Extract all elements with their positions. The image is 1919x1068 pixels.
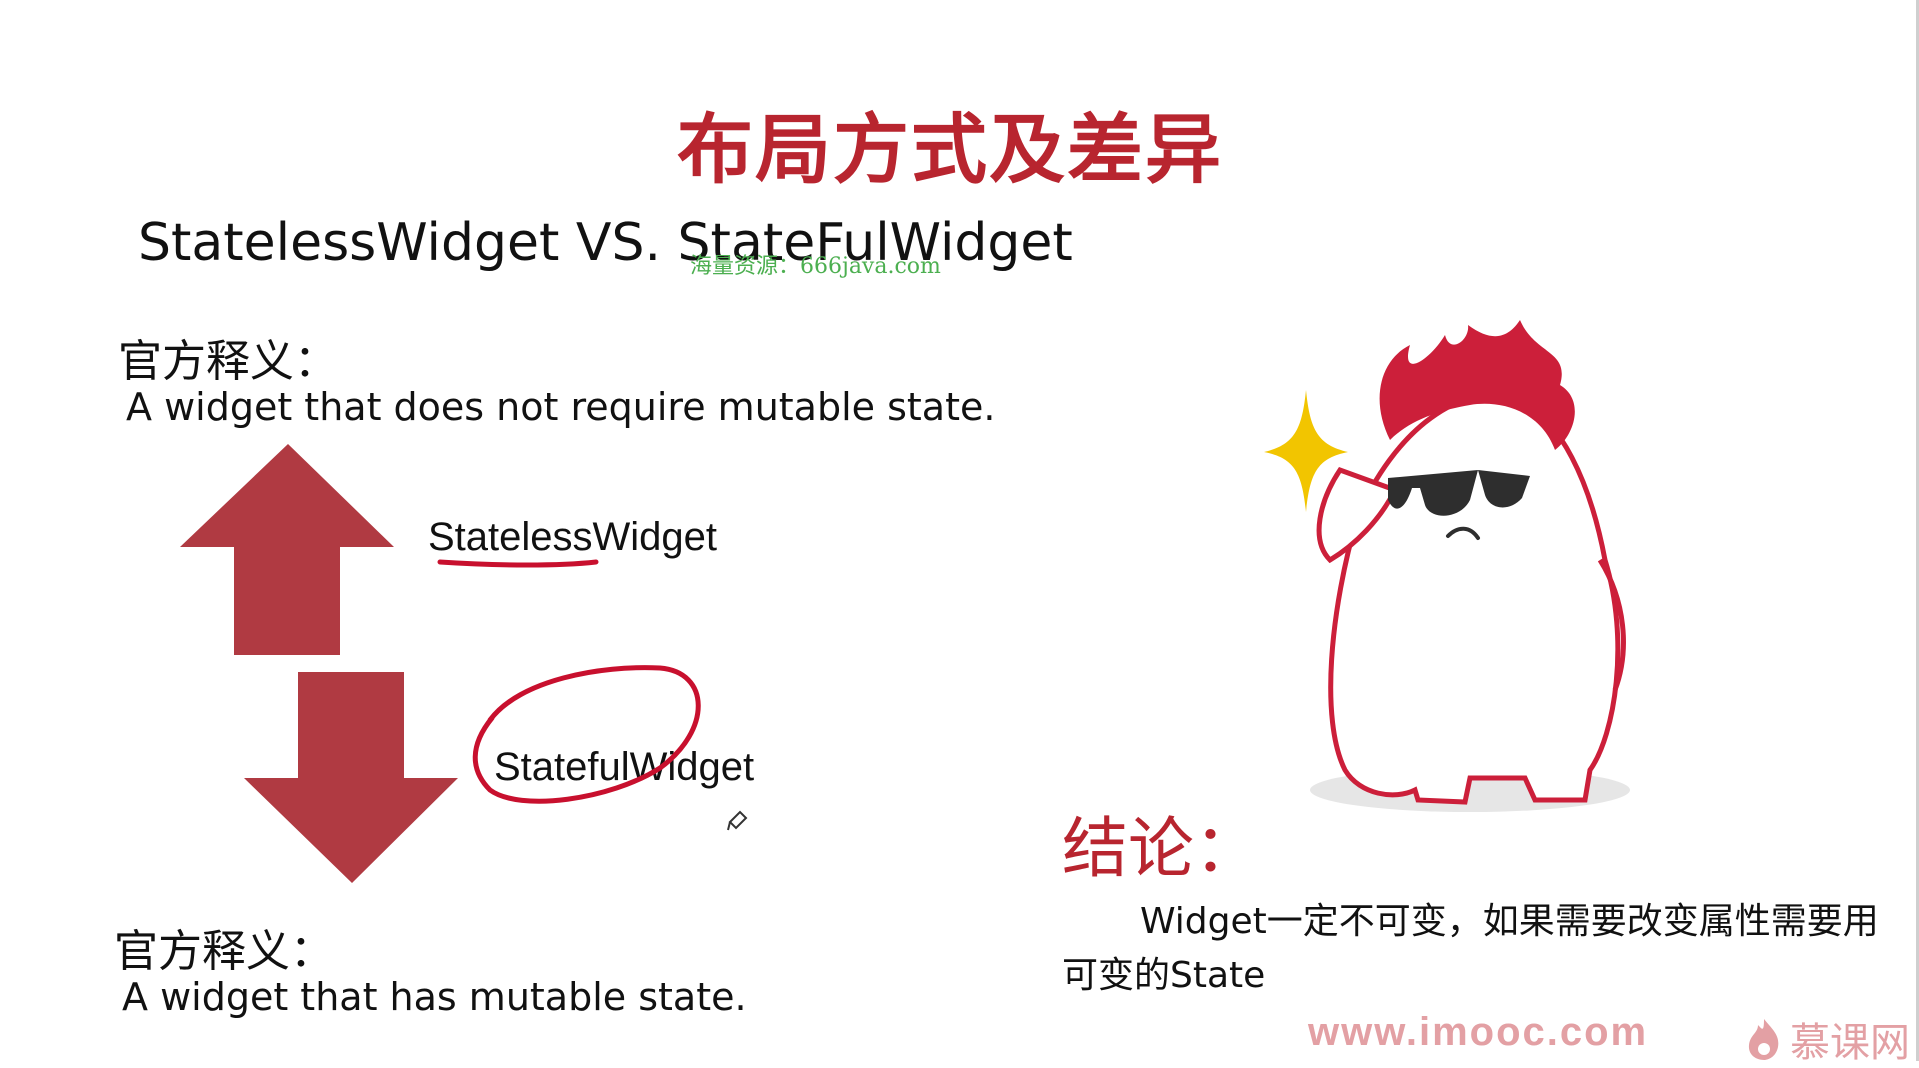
stateless-underline-annotation xyxy=(437,559,599,568)
footer-brand: 慕课网 xyxy=(1744,1010,1910,1068)
footer-url[interactable]: www.imooc.com xyxy=(1308,1010,1648,1055)
down-arrow-icon xyxy=(244,672,458,883)
pen-cursor-icon xyxy=(727,810,748,831)
mascot-illustration xyxy=(1310,320,1630,812)
flame-logo-icon xyxy=(1748,1019,1779,1060)
up-arrow-icon xyxy=(180,444,394,655)
footer-brand-label: 慕课网 xyxy=(1790,1020,1910,1066)
stateful-circle-annotation xyxy=(472,665,701,804)
slide-graphics xyxy=(180,320,1630,883)
